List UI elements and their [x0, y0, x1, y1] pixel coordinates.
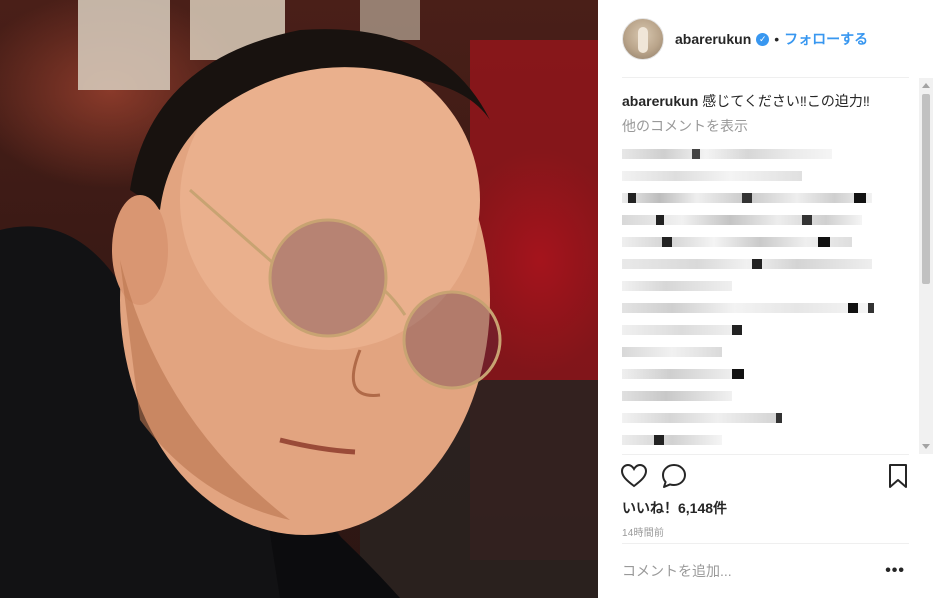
- header-user-line: abarerukun ✓ • フォローする: [675, 30, 868, 48]
- blurred-comment-row: [622, 408, 917, 430]
- username-link[interactable]: abarerukun: [675, 31, 751, 47]
- post-photo-image: [0, 0, 598, 598]
- follow-button[interactable]: フォローする: [784, 29, 868, 49]
- blurred-comment-row: [622, 232, 917, 254]
- blurred-comment-row: [622, 188, 917, 210]
- blurred-comment-row: [622, 342, 917, 364]
- comments-list[interactable]: abarerukun 感じてください‼この迫力‼ 他のコメントを表示: [622, 88, 917, 454]
- blurred-comment-row: [622, 430, 917, 452]
- blurred-comment-row: [622, 320, 917, 342]
- caption-username[interactable]: abarerukun: [622, 93, 698, 109]
- header-separator: •: [774, 31, 780, 47]
- scrollbar-thumb[interactable]: [922, 94, 930, 284]
- comment-input[interactable]: [622, 560, 862, 582]
- blurred-comment-row: [622, 298, 917, 320]
- blurred-comment-row: [622, 166, 917, 188]
- blurred-comment-row: [622, 144, 917, 166]
- bookmark-icon[interactable]: [884, 462, 912, 490]
- post-header: abarerukun ✓ • フォローする: [598, 0, 933, 78]
- caption-text: 感じてください‼この迫力‼: [702, 93, 870, 109]
- likes-count[interactable]: いいね！6,148件: [622, 498, 727, 518]
- post-sidebar: abarerukun ✓ • フォローする abarerukun 感じてください‼…: [598, 0, 933, 598]
- more-options-button[interactable]: •••: [885, 562, 905, 580]
- avatar[interactable]: [622, 18, 664, 60]
- comment-icon[interactable]: [660, 462, 688, 490]
- blurred-comment-row: [622, 210, 917, 232]
- avatar-figure: [638, 27, 648, 53]
- view-more-comments-link[interactable]: 他のコメントを表示: [622, 116, 917, 136]
- scroll-down-arrow-icon[interactable]: [922, 444, 930, 449]
- verified-badge-icon: ✓: [756, 32, 770, 46]
- blurred-comment-row: [622, 276, 917, 298]
- blurred-comments: [622, 144, 917, 452]
- scroll-up-arrow-icon[interactable]: [922, 83, 930, 88]
- post-photo[interactable]: [0, 0, 598, 598]
- comments-divider: [622, 454, 909, 455]
- add-comment-section: •••: [622, 544, 909, 598]
- post-timestamp[interactable]: 14時間前: [622, 524, 664, 539]
- heart-icon[interactable]: [620, 462, 648, 490]
- blurred-comment-row: [622, 364, 917, 386]
- blurred-comment-row: [622, 254, 917, 276]
- action-bar: [620, 462, 912, 492]
- blurred-comment-row: [622, 386, 917, 408]
- caption: abarerukun 感じてください‼この迫力‼: [622, 92, 917, 110]
- comments-scrollbar[interactable]: [919, 78, 933, 454]
- header-divider: [622, 77, 909, 78]
